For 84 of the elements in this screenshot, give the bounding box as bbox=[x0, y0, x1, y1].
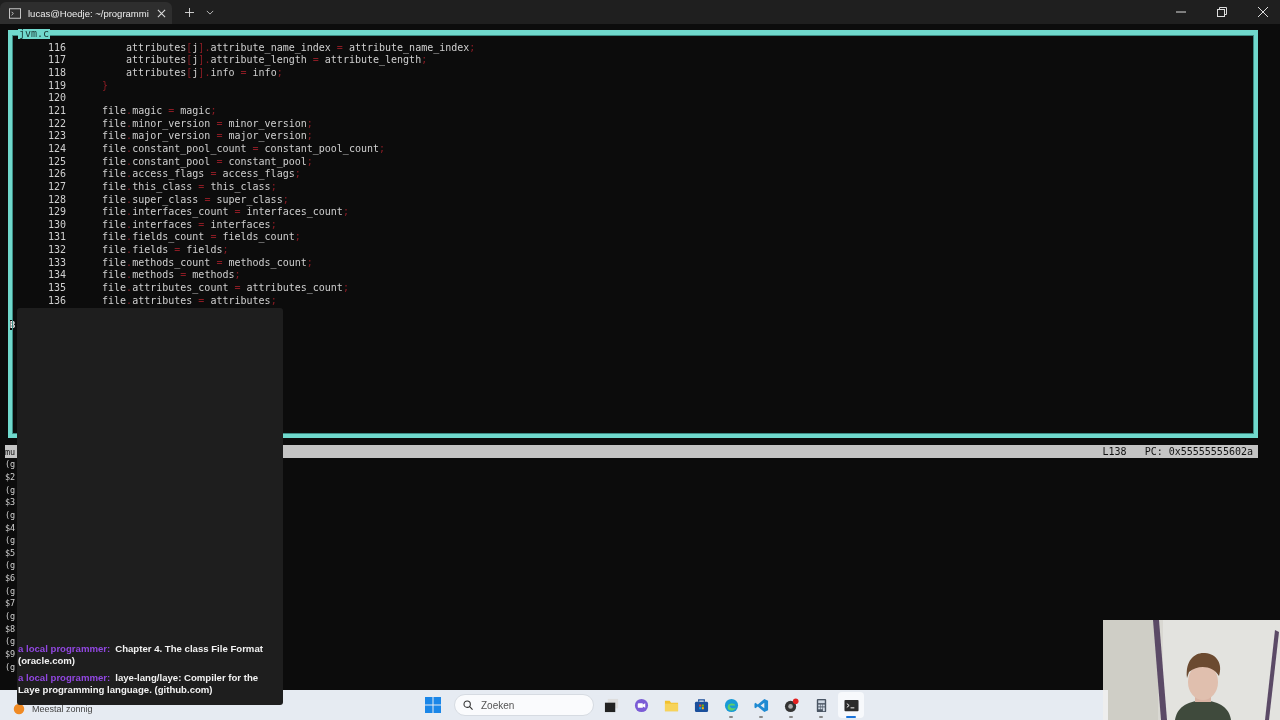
chat-message: a local programmer: Chapter 4. The class File Format (oracle.com) bbox=[18, 643, 264, 667]
console-text: (g bbox=[5, 636, 16, 647]
plus-icon[interactable] bbox=[185, 7, 194, 17]
status-text: mu bbox=[5, 446, 16, 457]
line-number: 120 bbox=[46, 92, 66, 104]
line-number: 124 bbox=[46, 142, 66, 154]
close-icon[interactable] bbox=[157, 8, 166, 18]
search-field[interactable]: Zoeken bbox=[454, 694, 594, 716]
code-line: file.fields = fields; bbox=[102, 244, 229, 256]
terminal-tab[interactable]: lucas@Hoedje: ~/programmi bbox=[0, 2, 172, 24]
line-number: 132 bbox=[46, 244, 66, 256]
console-text: (g bbox=[5, 509, 16, 520]
line-indicator: L138 bbox=[1102, 446, 1127, 457]
code-line: file.magic = magic; bbox=[102, 105, 217, 116]
close-icon[interactable] bbox=[1258, 7, 1268, 17]
code-line: file.fields_count = fields_count; bbox=[102, 231, 301, 243]
console-text: $3 bbox=[5, 497, 16, 508]
line-number: 123 bbox=[46, 130, 66, 142]
code-line: file.interfaces = interfaces; bbox=[102, 218, 277, 230]
console-text: (g bbox=[5, 459, 16, 470]
line-number: 116 bbox=[46, 41, 66, 53]
code-line: file.attributes = attributes; bbox=[102, 294, 277, 306]
weather-text[interactable]: Meestal zonnig bbox=[32, 704, 93, 714]
code-line: file.access_flags = access_flags; bbox=[102, 168, 301, 180]
store-bag-icon bbox=[693, 697, 709, 713]
line-number: 128 bbox=[46, 193, 66, 205]
line-number: 121 bbox=[46, 105, 66, 116]
line-number: 129 bbox=[46, 206, 66, 218]
console-text: $4 bbox=[5, 522, 16, 533]
video-chat-icon bbox=[633, 697, 649, 713]
code-line: attributes[j].info = info; bbox=[125, 67, 283, 79]
code-line: file.attributes_count = attributes_count; bbox=[102, 282, 349, 293]
console-text: (g bbox=[5, 535, 16, 546]
code-line: file.minor_version = minor_version; bbox=[102, 117, 313, 129]
windows-start-icon[interactable] bbox=[425, 697, 441, 713]
pc-indicator: PC: 0x55555555602a bbox=[1144, 446, 1253, 457]
code-line: file.major_version = major_version; bbox=[102, 130, 313, 142]
code-line: attributes[j].attribute_name_index = attribute_name_index; bbox=[125, 41, 476, 53]
console-text: $9 bbox=[5, 648, 16, 659]
record-icon bbox=[783, 697, 799, 713]
console-text: (g bbox=[5, 585, 16, 596]
line-number: 125 bbox=[46, 155, 66, 167]
line-number: 127 bbox=[46, 180, 66, 192]
line-number: 131 bbox=[46, 231, 66, 243]
code-line: file.methods = methods; bbox=[102, 269, 241, 281]
line-number: 119 bbox=[46, 79, 66, 91]
browser-icon bbox=[723, 697, 739, 713]
console-text: $7 bbox=[5, 598, 16, 609]
line-number: 117 bbox=[46, 54, 66, 66]
line-number: 134 bbox=[46, 269, 66, 281]
chat-message: a local programmer: laye-lang/laye: Compiler for the Laye programming language. (github.com) bbox=[18, 672, 260, 696]
console-text: (g bbox=[5, 560, 16, 571]
code-line: attributes[j].attribute_length = attribute_length; bbox=[125, 54, 428, 66]
console-text: (g bbox=[5, 484, 16, 495]
line-number: 122 bbox=[46, 117, 66, 129]
code-line: file.constant_pool = constant_pool; bbox=[102, 155, 313, 167]
line-number: 133 bbox=[46, 256, 66, 268]
chevron-down-icon[interactable] bbox=[206, 9, 214, 15]
code-line: file.interfaces_count = interfaces_count; bbox=[102, 206, 349, 218]
line-number: 130 bbox=[46, 218, 66, 230]
console-text: (g bbox=[5, 611, 16, 621]
console-text: $5 bbox=[5, 547, 16, 558]
taskbar-app-button[interactable] bbox=[838, 692, 864, 718]
code-line: file.this_class = this_class; bbox=[102, 180, 277, 192]
console-text: $8 bbox=[5, 623, 16, 634]
line-number: 135 bbox=[46, 282, 66, 293]
line-number: 136 bbox=[46, 294, 66, 306]
code-line: } bbox=[102, 79, 109, 91]
terminal-icon bbox=[843, 697, 859, 713]
terminal-icon bbox=[9, 7, 21, 19]
code-line: file.constant_pool_count = constant_pool_count; bbox=[102, 142, 386, 154]
line-number: 126 bbox=[46, 168, 66, 180]
console-text: (g bbox=[5, 661, 16, 672]
search-icon bbox=[463, 700, 473, 710]
code-line: file.methods_count = methods_count; bbox=[102, 256, 313, 268]
line-number: 118 bbox=[46, 67, 66, 79]
console-text: $6 bbox=[5, 573, 16, 584]
code-line: file.super_class = super_class; bbox=[102, 193, 289, 205]
task-view-icon bbox=[603, 697, 619, 713]
code-editor-icon bbox=[753, 697, 769, 713]
sun-icon[interactable] bbox=[12, 702, 26, 716]
file-name: jvm.c bbox=[18, 29, 51, 39]
maximize-icon[interactable] bbox=[1217, 7, 1227, 17]
console-text: $2 bbox=[5, 471, 16, 482]
